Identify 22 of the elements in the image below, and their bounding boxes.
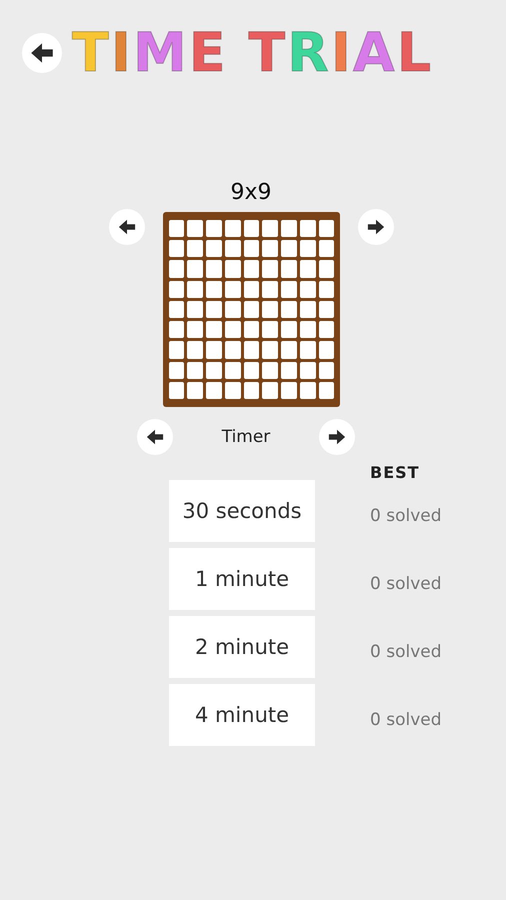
right-arrow-icon bbox=[366, 218, 384, 236]
back-button[interactable] bbox=[22, 33, 62, 73]
best-score-text: 0 solved bbox=[370, 642, 443, 662]
timer-label: Timer bbox=[220, 427, 272, 447]
timer-option-button[interactable]: 30 seconds bbox=[169, 480, 315, 542]
next-size-button[interactable] bbox=[358, 209, 394, 245]
best-score-text: 0 solved bbox=[370, 506, 443, 526]
previous-size-button[interactable] bbox=[108, 209, 144, 245]
best-score-text: 0 solved bbox=[370, 710, 443, 730]
best-score-text: 0 solved bbox=[370, 574, 443, 594]
previous-timer-button[interactable] bbox=[137, 419, 173, 455]
left-arrow-icon bbox=[30, 41, 54, 65]
game-title: TIME TRIAL bbox=[72, 26, 434, 80]
board-size-label: 9x9 bbox=[229, 180, 272, 205]
timer-option-button[interactable]: 1 minute bbox=[169, 548, 315, 610]
best-heading: BEST bbox=[370, 463, 421, 482]
left-arrow-icon bbox=[118, 218, 136, 236]
timer-option-button[interactable]: 2 minute bbox=[169, 616, 315, 678]
left-arrow-icon bbox=[146, 428, 164, 446]
timer-option-button[interactable]: 4 minute bbox=[169, 684, 315, 746]
next-timer-button[interactable] bbox=[319, 419, 355, 455]
right-arrow-icon bbox=[328, 428, 346, 446]
